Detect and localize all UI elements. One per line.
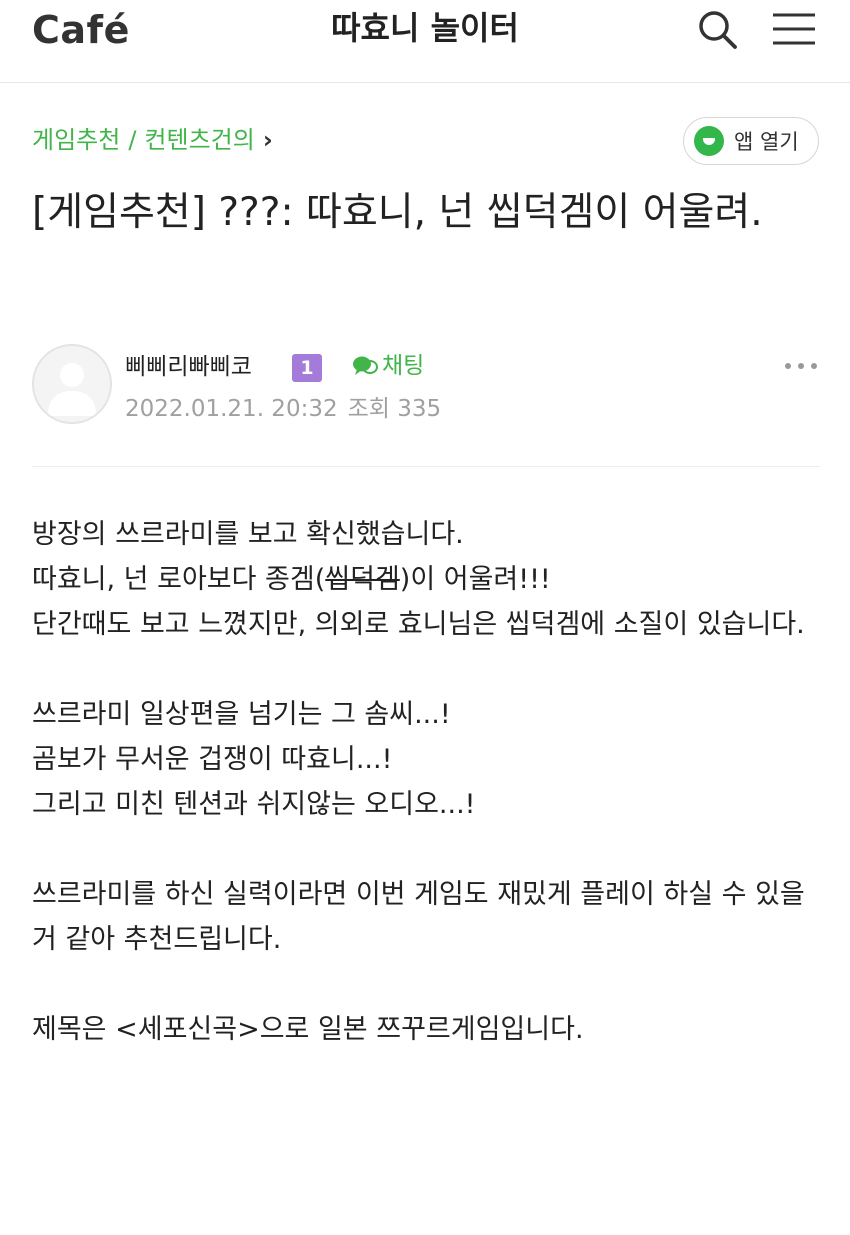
search-icon xyxy=(699,11,737,49)
chat-button[interactable]: 채팅 xyxy=(352,350,424,382)
body-line: 쓰르라미를 하신 실력이라면 이번 게임도 재밌게 플레이 하실 수 있을거 같… xyxy=(32,879,805,955)
open-app-label: 앱 열기 xyxy=(734,130,799,154)
body-line: 그리고 미친 텐션과 쉬지않는 오디오...! xyxy=(32,789,476,820)
open-app-button[interactable]: 앱 열기 xyxy=(683,117,819,165)
post-date: 2022.01.21. 20:32 xyxy=(125,396,338,422)
body-text: )이 어울려!!! xyxy=(399,564,551,595)
body-line: 따효니, 넌 로아보다 종겜(씹덕겜)이 어울려!!! xyxy=(32,557,822,602)
body-line: 제목은 <세포신곡>으로 일본 쯔꾸르게임입니다. xyxy=(32,1014,584,1045)
author-name[interactable]: 삐삐리빠삐코 xyxy=(125,350,252,384)
body-line: 방장의 쓰르라미를 보고 확신했습니다. xyxy=(32,519,464,550)
chat-label: 채팅 xyxy=(382,353,425,379)
post-meta: 2022.01.21. 20:32 조회 335 xyxy=(125,392,441,426)
body-line: 쓰르라미 일상편을 넘기는 그 솜씨...! xyxy=(32,699,451,730)
breadcrumb[interactable]: 게임추천 / 컨텐츠건의 › xyxy=(32,122,273,158)
hamburger-menu-icon xyxy=(773,13,815,45)
default-profile-icon xyxy=(48,363,96,416)
body-line: 단간때도 보고 느꼈지만, 의외로 효니님은 씹덕겜에 소질이 있습니다. xyxy=(32,609,805,640)
naver-cafe-leaf-icon xyxy=(694,126,724,156)
member-level-badge: 1 xyxy=(292,354,322,382)
divider xyxy=(32,466,820,467)
strikethrough-text: 씹덕겜 xyxy=(325,564,400,595)
chevron-right-icon: › xyxy=(262,126,273,154)
top-app-bar: Café 따효니 놀이터 xyxy=(0,0,850,83)
post-title: [게임추천] ???: 따효니, 넌 씹덕겜이 어울려. xyxy=(32,190,763,235)
more-options-button[interactable] xyxy=(783,354,819,378)
breadcrumb-category[interactable]: 컨텐츠건의 xyxy=(144,122,254,158)
breadcrumb-separator: / xyxy=(128,126,137,154)
view-count: 조회 335 xyxy=(347,396,442,422)
breadcrumb-board[interactable]: 게임추천 xyxy=(32,122,120,158)
chat-bubble-icon xyxy=(353,356,378,375)
more-dots-icon xyxy=(785,363,817,369)
search-button[interactable] xyxy=(694,6,742,54)
menu-button[interactable] xyxy=(770,6,818,54)
post-body: 방장의 쓰르라미를 보고 확신했습니다. 따효니, 넌 로아보다 종겜(씹덕겜)… xyxy=(32,512,822,1052)
avatar[interactable] xyxy=(32,344,112,424)
body-line: 곰보가 무서운 겁쟁이 따효니...! xyxy=(32,744,393,775)
body-text: 따효니, 넌 로아보다 종겜( xyxy=(32,564,326,595)
